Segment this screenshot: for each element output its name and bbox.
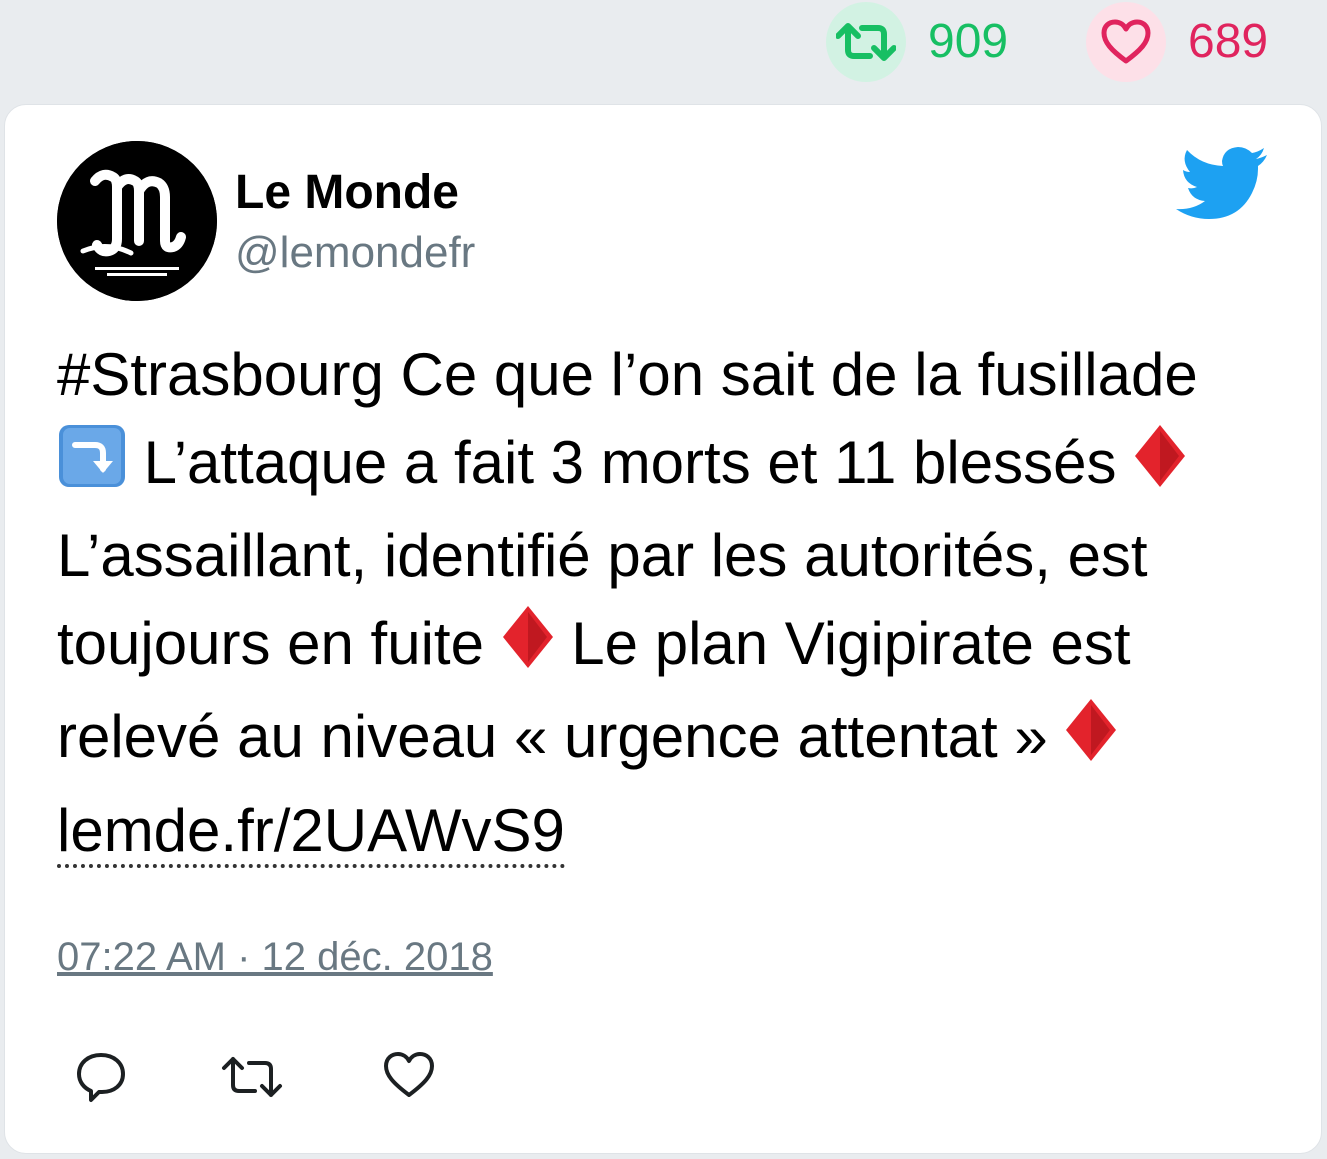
like-stat[interactable]: 689 <box>1086 2 1268 82</box>
twitter-bird-icon[interactable] <box>1173 147 1269 232</box>
author-info[interactable]: Le Monde @lemondefr <box>235 165 475 279</box>
avatar[interactable] <box>57 141 217 301</box>
retweet-action-icon[interactable] <box>221 1051 283 1108</box>
engagement-stats: 909 689 <box>0 0 1327 100</box>
author-name[interactable]: Le Monde <box>235 165 475 221</box>
tweet-link[interactable]: lemde.fr/2UAWvS9 <box>57 796 565 868</box>
retweet-count: 909 <box>928 15 1009 68</box>
reply-icon[interactable] <box>75 1051 127 1108</box>
tweet-card: Le Monde @lemondefr #Strasbourg Ce que l… <box>4 104 1322 1154</box>
arrow-down-right-emoji <box>57 423 127 513</box>
retweet-icon[interactable] <box>826 2 906 82</box>
tweet-text-part-1: #Strasbourg Ce que l’on sait de la fusil… <box>57 341 1198 408</box>
retweet-stat[interactable]: 909 <box>826 2 1008 82</box>
red-diamond-emoji <box>501 604 555 694</box>
red-diamond-emoji <box>1064 697 1118 787</box>
like-action-icon[interactable] <box>383 1051 435 1104</box>
heart-icon[interactable] <box>1086 2 1166 82</box>
red-diamond-emoji <box>1133 423 1187 513</box>
tweet-text-part-2: L’attaque a fait 3 morts et 11 blessés <box>127 428 1134 496</box>
like-count: 689 <box>1188 15 1269 68</box>
tweet-timestamp[interactable]: 07:22 AM · 12 déc. 2018 <box>57 935 493 980</box>
tweet-text: #Strasbourg Ce que l’on sait de la fusil… <box>57 331 1277 874</box>
author-handle[interactable]: @lemondefr <box>235 227 475 279</box>
